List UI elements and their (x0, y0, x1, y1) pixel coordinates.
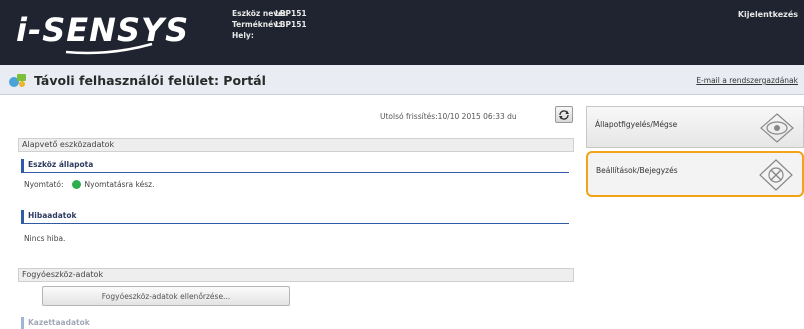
eye-icon (760, 113, 794, 143)
page-title-bar: Távoli felhasználói felület: Portál E-ma… (0, 65, 804, 95)
portal-icon (9, 74, 26, 87)
refresh-button[interactable] (555, 106, 573, 123)
status-monitor-cancel-panel[interactable]: Állapotfigyelés/Mégse (586, 106, 804, 148)
refresh-icon (559, 109, 569, 120)
error-info-heading: Hibaadatok (21, 210, 569, 224)
cartridge-info-heading: Kazettaadatok (21, 317, 569, 329)
device-name-label: Eszköz neve: (232, 9, 287, 18)
status-ok-icon (71, 180, 81, 189)
printer-label: Nyomtató: (24, 180, 64, 189)
device-info: Eszköz neve:LBP151 Terméknév:LBP151 Hely… (232, 8, 307, 41)
settings-registration-panel[interactable]: Beállítások/Bejegyzés (586, 151, 804, 197)
product-name-value: LBP151 (275, 20, 307, 29)
last-refresh-text: Utolsó frissítés:10/10 2015 06:33 du (380, 112, 517, 121)
logo-swoosh-icon (65, 42, 153, 55)
settings-registration-label: Beállítások/Bejegyzés (596, 166, 678, 175)
basic-device-info-section: Alapvető eszközadatok (18, 138, 574, 152)
device-status-heading: Eszköz állapota (21, 159, 569, 173)
location-label: Hely: (232, 31, 254, 40)
device-name-value: LBP151 (275, 9, 307, 18)
consumables-section: Fogyóeszköz-adatok (18, 268, 574, 282)
settings-icon (759, 159, 793, 191)
app-header: i-SENSYS Eszköz neve:LBP151 Terméknév:LB… (0, 0, 804, 65)
printer-status-row: Nyomtató: Nyomtatásra kész. (24, 180, 154, 189)
page-title: Távoli felhasználói felület: Portál (34, 73, 266, 88)
check-consumables-button[interactable]: Fogyóeszköz-adatok ellenőrzése... (42, 286, 290, 306)
printer-status-text: Nyomtatásra kész. (84, 180, 155, 189)
status-monitor-label: Állapotfigyelés/Mégse (595, 120, 678, 129)
logout-link[interactable]: Kijelentkezés (738, 10, 798, 19)
product-name-label: Terméknév: (232, 20, 282, 29)
brand-logo: i-SENSYS (16, 14, 189, 55)
error-info-text: Nincs hiba. (24, 234, 66, 243)
email-admin-link[interactable]: E-mail a rendszergazdának (696, 76, 798, 85)
